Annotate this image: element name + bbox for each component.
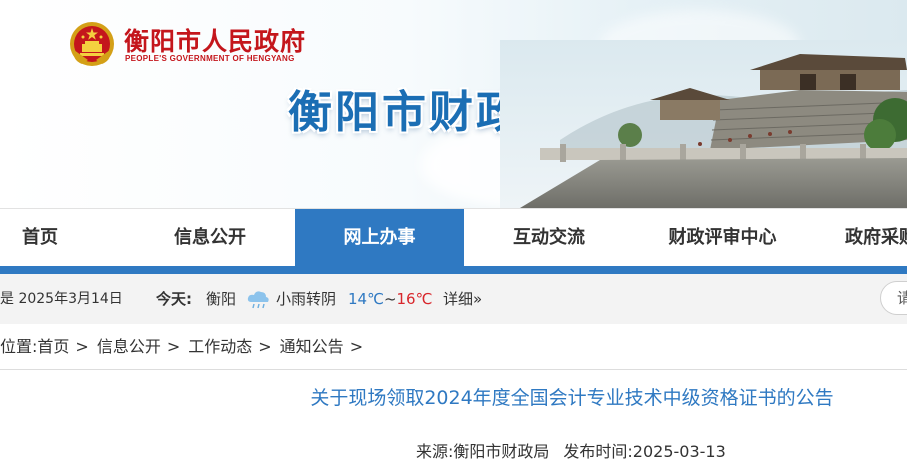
nav-item-home[interactable]: 首页 xyxy=(0,209,120,267)
gov-name-en: PEOPLE'S GOVERNMENT OF HENGYANG xyxy=(125,54,295,63)
nav-item-procurement[interactable]: 政府采购 xyxy=(845,209,907,267)
weather-temps: 14℃~16℃ xyxy=(348,274,432,324)
national-emblem-icon xyxy=(70,22,114,66)
nav-item-review-center[interactable]: 财政评审中心 xyxy=(640,209,805,267)
breadcrumb-separator: > xyxy=(75,337,89,356)
weather-city: 衡阳 xyxy=(206,290,237,308)
weather-condition: 小雨转阴 xyxy=(276,290,337,308)
temp-low: 14℃ xyxy=(348,290,384,308)
search-input[interactable]: 请输入关键字 xyxy=(880,281,907,315)
breadcrumb-item-info[interactable]: 信息公开 xyxy=(97,324,161,370)
temp-high: 16℃ xyxy=(396,290,433,308)
article-source: 来源:衡阳市财政局 xyxy=(416,442,550,461)
temple-scene-image xyxy=(500,40,907,208)
main-nav: 首页 信息公开 网上办事 互动交流 财政评审中心 政府采购 xyxy=(0,208,907,267)
nav-item-online-services[interactable]: 网上办事 xyxy=(295,209,464,267)
current-date: 今天是 2025年3月14日 xyxy=(0,291,123,307)
gov-name[interactable]: 衡阳市人民政府 xyxy=(124,22,306,58)
breadcrumb-item-notice[interactable]: 通知公告 xyxy=(280,324,344,370)
breadcrumb-prefix: 当前位置: xyxy=(0,337,38,356)
site-banner: 衡阳市人民政府 PEOPLE'S GOVERNMENT OF HENGYANG … xyxy=(0,0,907,208)
breadcrumb-separator: > xyxy=(258,337,272,356)
weather-detail-link[interactable]: 详细» xyxy=(443,274,482,324)
breadcrumb-separator: > xyxy=(166,337,181,356)
article-meta: 来源:衡阳市财政局 发布时间:2025-03-13 xyxy=(416,438,726,462)
temp-separator: ~ xyxy=(383,290,397,308)
rain-cloud-icon xyxy=(247,291,269,309)
breadcrumb: 当前位置:首页 > 信息公开 > 工作动态 > 通知公告 > xyxy=(0,324,907,370)
breadcrumb-separator: > xyxy=(349,337,364,356)
nav-accent-bar xyxy=(0,266,907,274)
nav-item-info-disclosure[interactable]: 信息公开 xyxy=(130,209,290,267)
article-publish-time: 发布时间:2025-03-13 xyxy=(563,442,726,461)
nav-item-interaction[interactable]: 互动交流 xyxy=(469,209,629,267)
breadcrumb-item-home[interactable]: 首页 xyxy=(37,324,69,370)
article-title: 关于现场领取2024年度全国会计专业技术中级资格证书的公告 xyxy=(310,387,834,409)
breadcrumb-item-work[interactable]: 工作动态 xyxy=(188,324,252,370)
info-bar: 今天是 2025年3月14日 今天: 衡阳 小雨转阴 14℃~16℃ 详细» 请… xyxy=(0,274,907,324)
today-label: 今天: xyxy=(156,290,192,308)
